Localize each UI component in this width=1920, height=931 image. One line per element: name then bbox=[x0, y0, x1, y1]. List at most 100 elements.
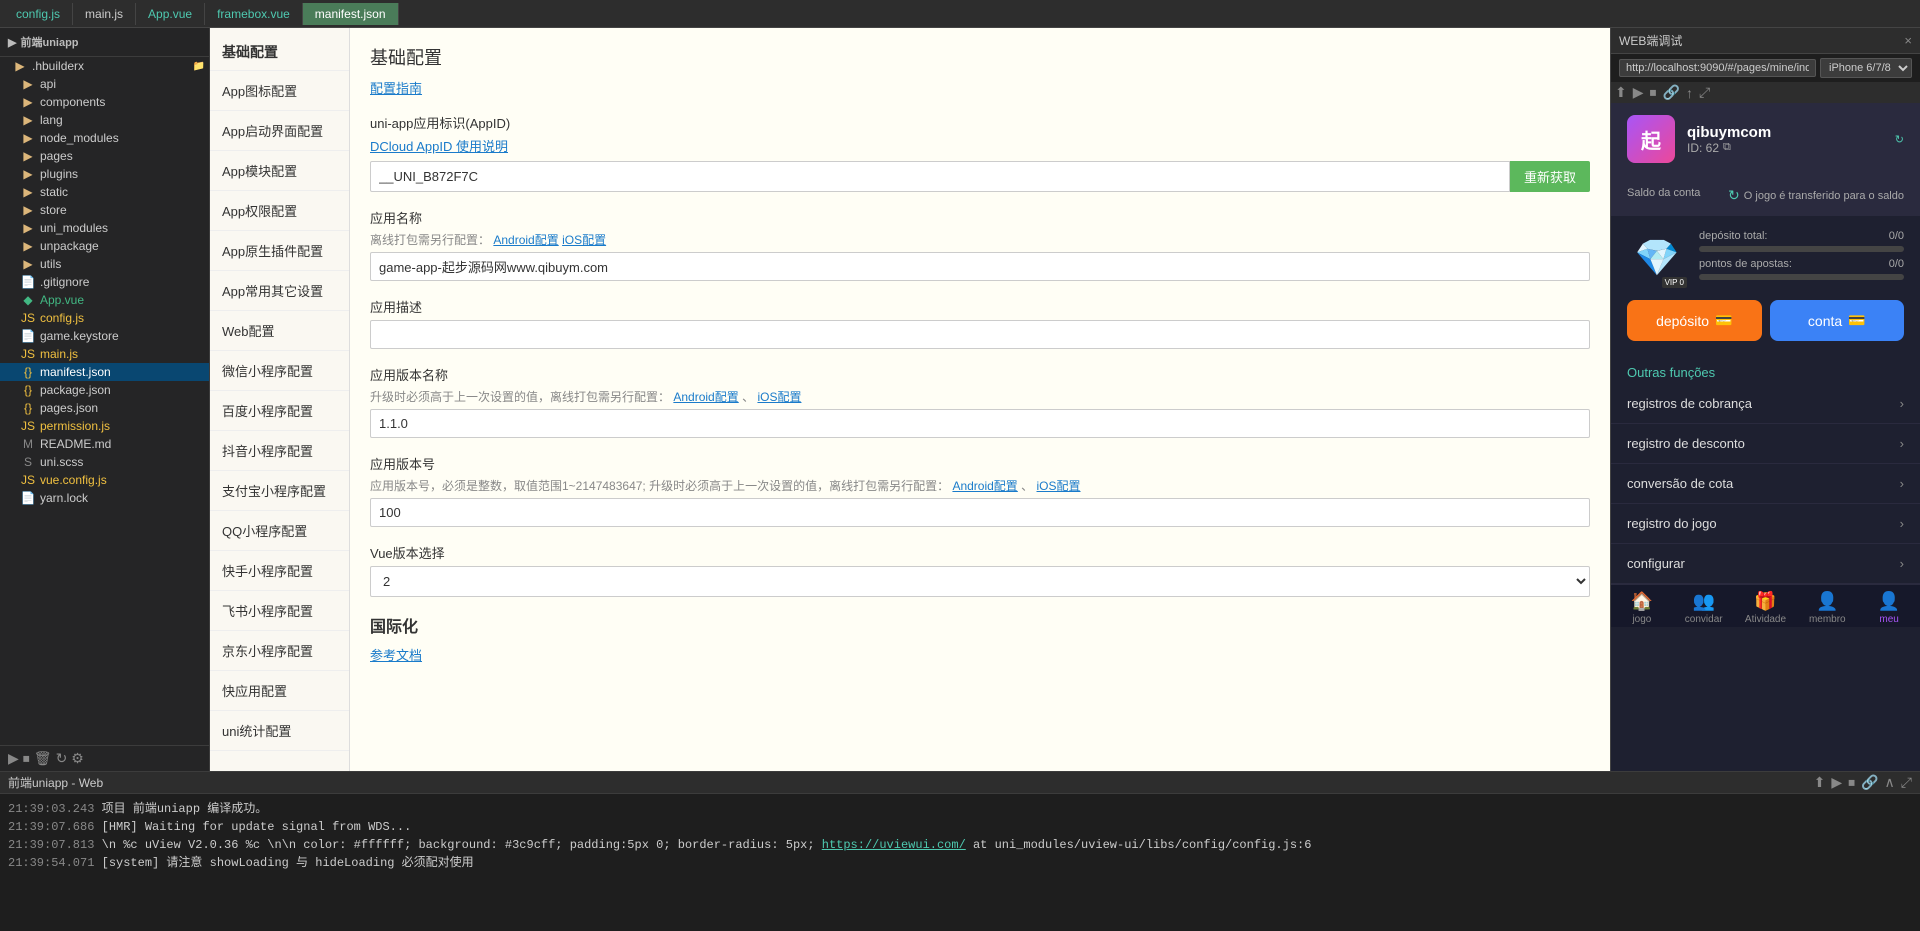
config-nav-app-splash[interactable]: App启动界面配置 bbox=[210, 111, 349, 151]
tree-item-components[interactable]: ▶ components bbox=[0, 93, 209, 111]
trash-icon[interactable]: 🗑 bbox=[34, 750, 52, 767]
terminal-play-icon[interactable]: ▶ bbox=[1831, 774, 1842, 791]
menu-item-3[interactable]: registro do jogo › bbox=[1611, 504, 1920, 544]
refresh-balance-icon[interactable]: ↻ bbox=[1895, 133, 1904, 146]
config-guide-link[interactable]: 配置指南 bbox=[370, 78, 1590, 97]
appname-ios-link[interactable]: iOS配置 bbox=[562, 233, 606, 247]
config-nav-app-icon[interactable]: App图标配置 bbox=[210, 71, 349, 111]
tree-item-api[interactable]: ▶ api bbox=[0, 75, 209, 93]
config-nav-tiktok[interactable]: 抖音小程序配置 bbox=[210, 431, 349, 471]
copy-icon[interactable]: ⧉ bbox=[1723, 141, 1731, 154]
tree-item-package-json[interactable]: {} package.json bbox=[0, 381, 209, 399]
config-nav-baidu[interactable]: 百度小程序配置 bbox=[210, 391, 349, 431]
tree-item-store[interactable]: ▶ store bbox=[0, 201, 209, 219]
tree-item-readme[interactable]: M README.md bbox=[0, 435, 209, 453]
nav-membro[interactable]: 👤 membro bbox=[1796, 591, 1858, 625]
config-nav-quick[interactable]: 快应用配置 bbox=[210, 671, 349, 711]
tree-item-uni-modules[interactable]: ▶ uni_modules bbox=[0, 219, 209, 237]
appname-input[interactable] bbox=[370, 252, 1590, 281]
version-ios-link[interactable]: iOS配置 bbox=[757, 390, 801, 404]
config-nav-qq[interactable]: QQ小程序配置 bbox=[210, 511, 349, 551]
appid-refresh-button[interactable]: 重新获取 bbox=[1510, 161, 1590, 192]
tab-main-js[interactable]: main.js bbox=[73, 3, 136, 25]
terminal-upload-icon[interactable]: ⬆ bbox=[1814, 774, 1826, 791]
config-nav-basic[interactable]: 基础配置 bbox=[210, 28, 349, 71]
dcloud-appid-link[interactable]: DCloud AppID 使用说明 bbox=[370, 136, 1590, 155]
tree-item-hbuilderx[interactable]: ▶ .hbuilderx 📁 bbox=[0, 57, 209, 75]
menu-item-2[interactable]: conversão de cota › bbox=[1611, 464, 1920, 504]
config-nav-weixin[interactable]: 微信小程序配置 bbox=[210, 351, 349, 391]
version-num-android-link[interactable]: Android配置 bbox=[952, 479, 1017, 493]
terminal-collapse-icon[interactable]: ∧ bbox=[1885, 774, 1895, 791]
tree-item-lang[interactable]: ▶ lang bbox=[0, 111, 209, 129]
tree-item-permission-js[interactable]: JS permission.js bbox=[0, 417, 209, 435]
tab-app-vue[interactable]: App.vue bbox=[136, 3, 205, 25]
preview-url-input[interactable] bbox=[1619, 59, 1816, 77]
config-nav-feishu[interactable]: 飞书小程序配置 bbox=[210, 591, 349, 631]
nav-convidar[interactable]: 👥 convidar bbox=[1673, 591, 1735, 625]
settings-icon[interactable]: ⚙ bbox=[71, 750, 84, 767]
i18n-doc-link[interactable]: 参考文档 bbox=[370, 645, 1590, 664]
vue-version-select[interactable]: 2 3 bbox=[370, 566, 1590, 597]
tree-item-utils[interactable]: ▶ utils bbox=[0, 255, 209, 273]
tree-item-vue-config[interactable]: JS vue.config.js bbox=[0, 471, 209, 489]
preview-device-select[interactable]: iPhone 6/7/8 bbox=[1820, 58, 1912, 78]
preview-fullscreen-icon[interactable]: ⤢ bbox=[1699, 84, 1710, 101]
config-nav-kuaishou[interactable]: 快手小程序配置 bbox=[210, 551, 349, 591]
preview-play-icon[interactable]: ▶ bbox=[1633, 84, 1644, 101]
tree-item-static[interactable]: ▶ static bbox=[0, 183, 209, 201]
config-nav-jingdong[interactable]: 京东小程序配置 bbox=[210, 631, 349, 671]
preview-stop-icon[interactable]: ⏹ bbox=[1650, 84, 1657, 101]
preview-close-button[interactable]: × bbox=[1904, 33, 1912, 48]
appname-android-link[interactable]: Android配置 bbox=[493, 233, 558, 247]
refresh-icon[interactable]: ↻ bbox=[56, 750, 68, 767]
version-android-link[interactable]: Android配置 bbox=[673, 390, 738, 404]
terminal-expand-icon[interactable]: ⤢ bbox=[1901, 774, 1912, 791]
terminal-stop-icon[interactable]: ⏹ bbox=[1848, 774, 1855, 791]
tree-item-pages[interactable]: ▶ pages bbox=[0, 147, 209, 165]
nav-meu[interactable]: 👤 meu bbox=[1858, 591, 1920, 625]
tree-item-main-js[interactable]: JS main.js bbox=[0, 345, 209, 363]
tree-item-app-vue[interactable]: ◆ App.vue bbox=[0, 291, 209, 309]
stop-icon[interactable]: ⏹ bbox=[23, 750, 30, 767]
tree-item-node-modules[interactable]: ▶ node_modules bbox=[0, 129, 209, 147]
log-link-uview[interactable]: https://uviewui.com/ bbox=[822, 838, 966, 852]
terminal-link-icon[interactable]: 🔗 bbox=[1861, 774, 1878, 791]
nav-atividade[interactable]: 🎁 Atividade bbox=[1735, 591, 1797, 625]
preview-upload-icon[interactable]: ⬆ bbox=[1615, 84, 1627, 101]
appid-input[interactable] bbox=[370, 161, 1510, 192]
nav-jogo[interactable]: 🏠 jogo bbox=[1611, 591, 1673, 625]
tree-item-manifest-json[interactable]: {} manifest.json bbox=[0, 363, 209, 381]
tree-item-plugins[interactable]: ▶ plugins bbox=[0, 165, 209, 183]
tab-manifest-json[interactable]: manifest.json bbox=[303, 3, 399, 25]
config-nav-alipay[interactable]: 支付宝小程序配置 bbox=[210, 471, 349, 511]
tab-config-js[interactable]: config.js bbox=[4, 3, 73, 25]
config-nav-app-native[interactable]: App原生插件配置 bbox=[210, 231, 349, 271]
account-button[interactable]: conta 💳 bbox=[1770, 300, 1905, 341]
menu-item-1[interactable]: registro de desconto › bbox=[1611, 424, 1920, 464]
description-input[interactable] bbox=[370, 320, 1590, 349]
preview-link-icon[interactable]: 🔗 bbox=[1663, 84, 1680, 101]
tree-item-gitignore[interactable]: 📄 .gitignore bbox=[0, 273, 209, 291]
version-num-input[interactable] bbox=[370, 498, 1590, 527]
config-nav-web[interactable]: Web配置 bbox=[210, 311, 349, 351]
tree-item-config-js[interactable]: JS config.js bbox=[0, 309, 209, 327]
tree-item-pages-json[interactable]: {} pages.json bbox=[0, 399, 209, 417]
run-icon[interactable]: ▶ bbox=[8, 750, 19, 767]
version-name-input[interactable] bbox=[370, 409, 1590, 438]
version-num-ios-link[interactable]: iOS配置 bbox=[1037, 479, 1081, 493]
tree-item-game-keystore[interactable]: 📄 game.keystore bbox=[0, 327, 209, 345]
tree-item-uni-scss[interactable]: S uni.scss bbox=[0, 453, 209, 471]
config-nav-app-module[interactable]: App模块配置 bbox=[210, 151, 349, 191]
tree-item-unpackage[interactable]: ▶ unpackage bbox=[0, 237, 209, 255]
vip-progress: depósito total: 0/0 pontos de apostas: 0… bbox=[1699, 230, 1904, 286]
config-nav-app-other[interactable]: App常用其它设置 bbox=[210, 271, 349, 311]
deposit-button[interactable]: depósito 💳 bbox=[1627, 300, 1762, 341]
preview-expand-icon[interactable]: ↑ bbox=[1686, 85, 1693, 101]
config-nav-uni-stat[interactable]: uni统计配置 bbox=[210, 711, 349, 751]
tree-item-yarn-lock[interactable]: 📄 yarn.lock bbox=[0, 489, 209, 507]
tab-framebox-vue[interactable]: framebox.vue bbox=[205, 3, 303, 25]
menu-item-4[interactable]: configurar › bbox=[1611, 544, 1920, 584]
config-nav-app-permission[interactable]: App权限配置 bbox=[210, 191, 349, 231]
menu-item-0[interactable]: registros de cobrança › bbox=[1611, 384, 1920, 424]
